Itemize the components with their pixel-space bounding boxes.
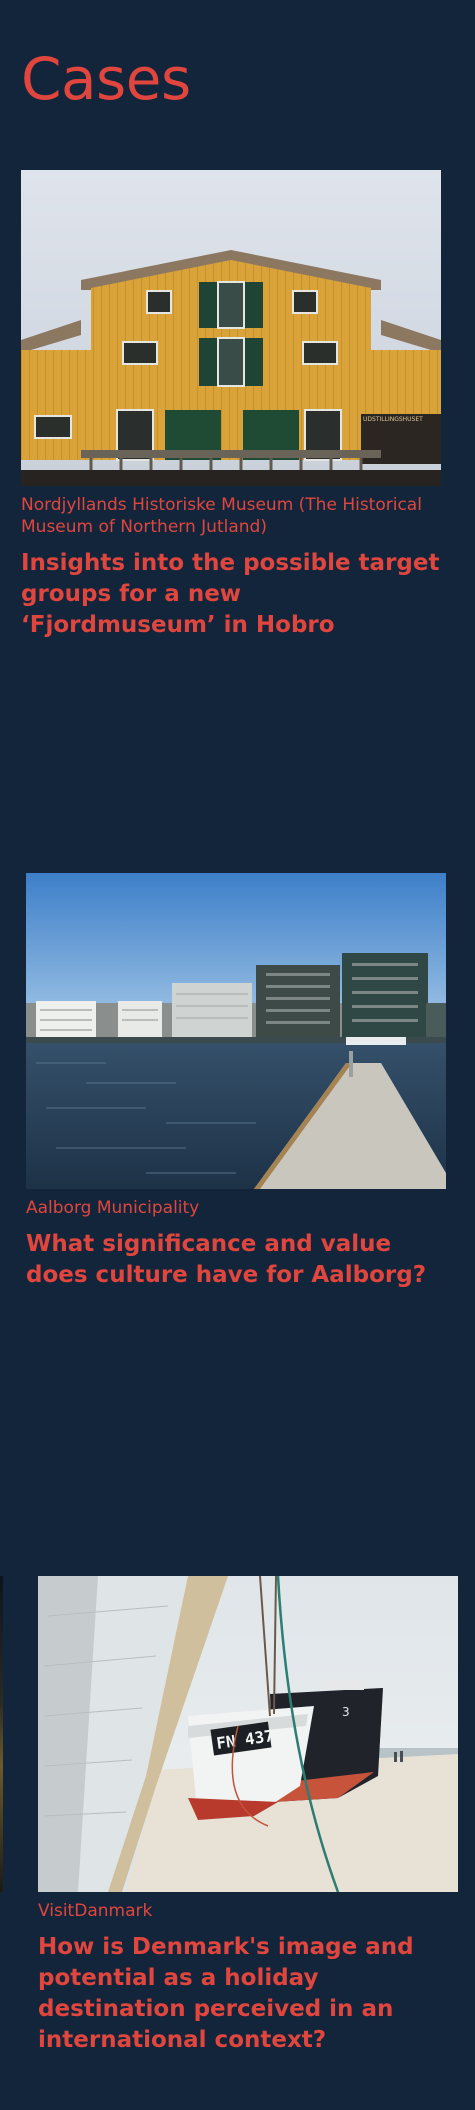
case-title-link[interactable]: What significance and value does culture… [26,1229,446,1291]
case-image-visitdanmark[interactable]: 3 FN 437 [38,1576,458,1892]
harbour-photo [26,873,446,1189]
case-image-museum[interactable]: UDSTILLINGSHUSET [21,170,441,486]
case-card-aalborg[interactable]: Aalborg Municipality What significance a… [26,873,446,1291]
case-card-visitdanmark[interactable]: 3 FN 437 VisitDanmark How is Denmark's i… [38,1576,458,2056]
case-client-label: Aalborg Municipality [26,1198,200,1218]
boat-number-text: 3 [342,1705,350,1719]
case-title-link[interactable]: Insights into the possible target groups… [21,548,441,641]
case-card-museum[interactable]: UDSTILLINGSHUSET Nordjyllands Historiske… [21,170,441,641]
case-title-link[interactable]: How is Denmark's image and potential as … [38,1932,458,2056]
museum-building-photo: UDSTILLINGSHUSET [21,170,441,486]
page-title: Cases [21,45,191,113]
case-client-label: Nordjyllands Historiske Museum (The Hist… [21,495,422,537]
case-image-aalborg[interactable] [26,873,446,1189]
case-client-label: VisitDanmark [38,1901,153,1921]
museum-sign-text: UDSTILLINGSHUSET [363,416,423,423]
carousel-previous-card-edge [0,1576,3,1892]
beach-boats-photo: 3 FN 437 [38,1576,458,1892]
